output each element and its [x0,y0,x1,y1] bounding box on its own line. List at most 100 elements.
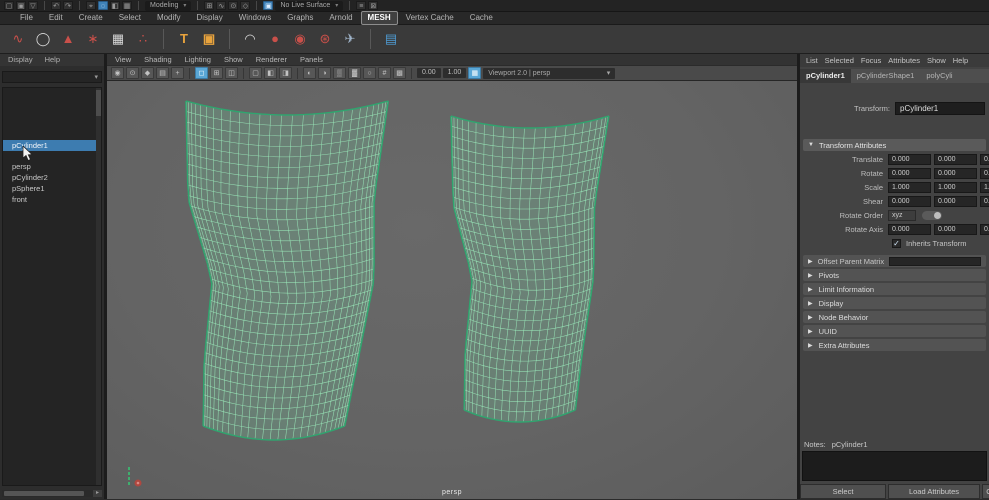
menu-windows[interactable]: Windows [231,12,279,24]
snap-point-icon[interactable]: ⊙ [228,1,238,10]
viewport-menu-renderer[interactable]: Renderer [256,55,287,64]
paint-select-icon[interactable]: ◧ [110,1,120,10]
textured-toggle-icon[interactable]: ▩ [393,67,406,79]
two-d-pan-icon[interactable]: + [171,67,184,79]
menu-select[interactable]: Select [111,12,149,24]
sphere-tool-icon[interactable]: ● [265,29,285,49]
viewport-menu-panels[interactable]: Panels [300,55,323,64]
menu-graphs[interactable]: Graphs [279,12,321,24]
outliner-item[interactable]: pCylinder2 [3,172,101,183]
resolution-gate-icon[interactable]: ◧ [264,67,277,79]
blob-tool-icon[interactable]: ⊛ [315,29,335,49]
anti-aliasing-icon[interactable]: ▓ [348,67,361,79]
renderer-dropdown[interactable]: Viewport 2.0 | persp ▾ [483,68,615,79]
rotate-order-dropdown[interactable]: xyz [888,210,916,221]
outliner-item-selected[interactable]: pCylinder1 [3,140,101,151]
gate-mask-icon[interactable]: ◨ [279,67,292,79]
exposure-value[interactable]: 0.00 [417,68,441,78]
menu-edit[interactable]: Edit [41,12,71,24]
redo-icon[interactable]: ↷ [63,1,73,10]
copy-tab-button[interactable]: Copy Tab [982,484,989,499]
translate-x-field[interactable]: 0.000 [888,154,931,165]
rotate-y-field[interactable]: 0.000 [934,168,977,179]
viewport-menu-lighting[interactable]: Lighting [185,55,211,64]
ae-menu-list[interactable]: List [806,56,818,65]
rotate-axis-y-field[interactable]: 0.000 [934,224,977,235]
outliner-item[interactable]: pSphere1 [3,183,101,194]
saved-layout-icon[interactable]: ◫ [225,67,238,79]
outliner-item[interactable]: persp [3,161,101,172]
transform-name-input[interactable] [895,102,985,115]
translate-y-field[interactable]: 0.000 [934,154,977,165]
offset-parent-matrix-header[interactable]: ▶ Offset Parent Matrix [803,255,986,267]
menu-file[interactable]: File [12,12,41,24]
scrollbar-thumb[interactable] [4,491,84,496]
snap-curve-icon[interactable]: ∿ [216,1,226,10]
scale-y-field[interactable]: 1.000 [934,182,977,193]
xray-toggle-icon[interactable]: ○ [363,67,376,79]
circle-tool-icon[interactable]: ◯ [33,29,53,49]
outliner-menu-help[interactable]: Help [45,55,60,65]
menuset-dropdown[interactable]: Modeling ▾ [145,1,191,11]
ae-menu-selected[interactable]: Selected [825,56,854,65]
grid-toggle-icon[interactable]: ▦ [468,67,481,79]
emitter-tool-icon[interactable]: ◉ [290,29,310,49]
wireframe-cylinders[interactable] [107,81,797,499]
scroll-arrow-icon[interactable]: ▸ [93,490,102,497]
type-box-tool-icon[interactable]: ▣ [199,29,219,49]
ae-menu-help[interactable]: Help [953,56,968,65]
rotate-axis-z-field[interactable]: 0.000 [980,224,989,235]
menu-vertex-cache[interactable]: Vertex Cache [398,12,462,24]
pivots-section-header[interactable]: ▶ Pivots [803,269,986,281]
open-scene-icon[interactable]: ▣ [16,1,26,10]
menu-cache[interactable]: Cache [462,12,501,24]
tab-pcylindershape1[interactable]: pCylinderShape1 [851,69,921,83]
snap-plane-icon[interactable]: ◇ [240,1,250,10]
shadows-toggle-icon[interactable]: ◑ [318,67,331,79]
cone-tool-icon[interactable]: ▲ [58,29,78,49]
image-plane-icon[interactable]: ▤ [156,67,169,79]
outliner-menu-display[interactable]: Display [8,55,33,65]
notebook-tool-icon[interactable]: ▤ [381,29,401,49]
history-icon[interactable]: ≡ [356,1,366,10]
four-pane-layout-icon[interactable]: ⊞ [210,67,223,79]
uuid-section-header[interactable]: ▶ UUID [803,325,986,337]
display-section-header[interactable]: ▶ Display [803,297,986,309]
lighting-toggle-icon[interactable]: ◐ [303,67,316,79]
notes-input[interactable] [802,451,987,481]
snap-grid-icon[interactable]: ⊞ [204,1,214,10]
rotate-z-field[interactable]: 0.000 [980,168,989,179]
rotate-x-field[interactable]: 0.000 [888,168,931,179]
camera-bookmark-icon[interactable]: ◆ [141,67,154,79]
shear-y-field[interactable]: 0.000 [934,196,977,207]
arc-tool-icon[interactable]: ◠ [240,29,260,49]
extra-attributes-section-header[interactable]: ▶ Extra Attributes [803,339,986,351]
lasso-select-icon[interactable]: ◌ [98,1,108,10]
ae-menu-attributes[interactable]: Attributes [888,56,920,65]
single-pane-layout-icon[interactable]: ◻ [195,67,208,79]
camera-select-icon[interactable]: ◉ [111,67,124,79]
construction-icon[interactable]: ⊠ [368,1,378,10]
save-scene-icon[interactable]: ▽ [28,1,38,10]
node-behavior-section-header[interactable]: ▶ Node Behavior [803,311,986,323]
undo-icon[interactable]: ↶ [51,1,61,10]
live-surface-icon[interactable]: ▣ [263,1,273,10]
tab-pcylinder1[interactable]: pCylinder1 [800,69,851,83]
film-gate-icon[interactable]: ▢ [249,67,262,79]
transform-attributes-header[interactable]: ▼ Transform Attributes [803,139,986,151]
outliner-item[interactable]: front [3,194,101,205]
viewport-canvas[interactable]: persp [107,81,797,499]
select-button[interactable]: Select [800,484,886,499]
outliner-vertical-scrollbar[interactable] [96,88,101,485]
camera-lock-icon[interactable]: ⊙ [126,67,139,79]
ambient-occlusion-icon[interactable]: ▒ [333,67,346,79]
inherits-transform-checkbox[interactable]: ✓ [892,239,901,248]
scrollbar-thumb[interactable] [96,90,101,116]
outliner-filter-bar[interactable]: ▾ [2,71,102,83]
tab-polycylinder[interactable]: polyCyli [920,69,958,83]
limit-information-section-header[interactable]: ▶ Limit Information [803,283,986,295]
viewport-menu-view[interactable]: View [115,55,131,64]
rotate-order-toggle[interactable] [922,211,942,220]
select-cursor-icon[interactable]: ⌖ [86,1,96,10]
curve-tool-icon[interactable]: ∿ [8,29,28,49]
